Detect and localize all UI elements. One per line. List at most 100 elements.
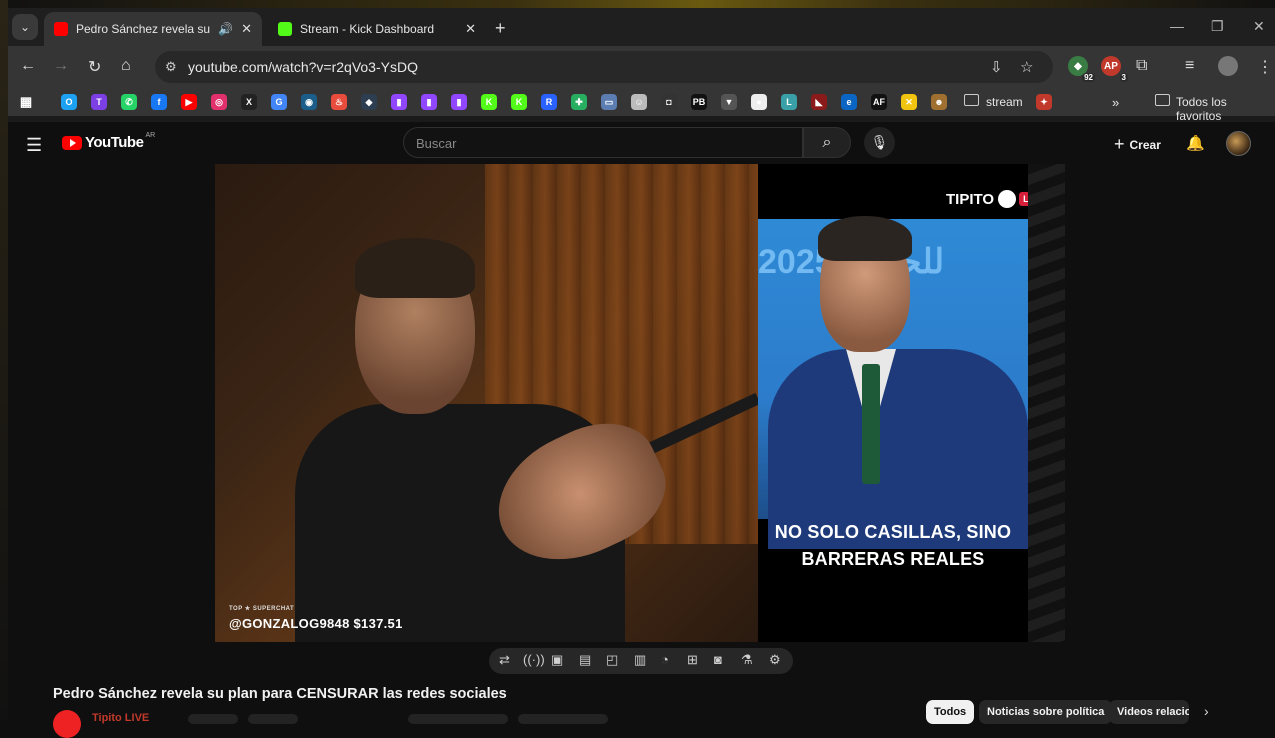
all-bookmarks-link[interactable]: Todos los favoritos bbox=[1176, 95, 1275, 123]
search-icon: ⌕ bbox=[822, 133, 832, 151]
close-tab-icon[interactable]: ✕ bbox=[241, 21, 252, 37]
brand-bubble-icon bbox=[998, 190, 1017, 208]
screen-icon[interactable]: ▣ bbox=[551, 652, 563, 668]
speed-gauge-icon[interactable]: ◔ bbox=[661, 652, 669, 667]
bookmark-devil-icon[interactable]: ◣ bbox=[811, 94, 827, 110]
voice-search-button[interactable]: 🎙 bbox=[864, 127, 895, 158]
speaker-icon[interactable]: 🔊 bbox=[218, 22, 233, 36]
bookmark-eye-icon[interactable]: ◉ bbox=[301, 94, 317, 110]
bookmark-star-icon[interactable]: ☆ bbox=[1020, 58, 1033, 76]
youtube-play-icon bbox=[62, 135, 82, 150]
speaker-tie bbox=[862, 364, 880, 484]
bookmark-face-icon[interactable]: ☺ bbox=[631, 94, 647, 110]
bookmark-edge-icon[interactable]: e bbox=[841, 94, 857, 110]
bookmark-whatsapp-icon[interactable]: ✆ bbox=[121, 94, 137, 110]
bookmark-x-icon[interactable]: X bbox=[241, 94, 257, 110]
bookmarks-overflow-icon[interactable]: » bbox=[1112, 95, 1119, 110]
bookmark-google-icon[interactable]: G bbox=[271, 94, 287, 110]
channel-avatar[interactable] bbox=[53, 710, 81, 738]
tab-title: Pedro Sánchez revela su plan para CENSUR… bbox=[76, 22, 212, 36]
bookmark-record-icon[interactable]: ● bbox=[751, 94, 767, 110]
region-code: AR bbox=[145, 132, 156, 139]
bookmark-avatar-icon[interactable]: ☻ bbox=[931, 94, 947, 110]
profile-avatar-icon[interactable] bbox=[1218, 56, 1238, 76]
hamburger-menu-icon[interactable]: ☰ bbox=[26, 135, 42, 156]
bookmark-kick-icon-1[interactable]: K bbox=[481, 94, 497, 110]
film-icon[interactable]: ▥ bbox=[634, 652, 646, 668]
chip-all[interactable]: Todos bbox=[926, 700, 975, 724]
action-pill[interactable] bbox=[188, 714, 238, 724]
settings-gear-icon[interactable]: ⚙ bbox=[769, 652, 781, 668]
chip-related-videos[interactable]: Videos relacio bbox=[1109, 700, 1189, 724]
bookmark-red-icon[interactable]: ✦ bbox=[1036, 94, 1052, 110]
new-tab-button[interactable]: + bbox=[495, 18, 506, 39]
extension-green-icon[interactable]: ◆ 92 bbox=[1068, 56, 1095, 82]
bookmark-youtube-icon[interactable]: ▶ bbox=[181, 94, 197, 110]
restore-icon[interactable]: ❐ bbox=[1211, 18, 1224, 35]
close-tab-icon[interactable]: ✕ bbox=[465, 21, 476, 37]
youtube-logo[interactable]: YouTube AR bbox=[62, 132, 156, 151]
tab-kick[interactable]: Stream - Kick Dashboard ✕ bbox=[268, 12, 486, 46]
action-pill[interactable] bbox=[518, 714, 608, 724]
search-input[interactable]: Buscar bbox=[403, 127, 803, 158]
close-window-icon[interactable]: ✕ bbox=[1253, 18, 1265, 35]
tab-youtube[interactable]: Pedro Sánchez revela su plan para CENSUR… bbox=[44, 12, 262, 46]
bookmark-pb-icon[interactable]: PB bbox=[691, 94, 707, 110]
forward-icon[interactable]: → bbox=[53, 57, 69, 75]
extension-red-icon[interactable]: AP 3 bbox=[1101, 56, 1128, 82]
bookmark-puzzle-icon[interactable]: ✚ bbox=[571, 94, 587, 110]
minimize-icon[interactable]: — bbox=[1170, 18, 1184, 34]
action-pill[interactable] bbox=[408, 714, 508, 724]
clapper-icon[interactable]: ▤ bbox=[579, 652, 591, 668]
video-side-decoration bbox=[1028, 164, 1065, 642]
media-control-icon[interactable]: ≡ bbox=[1185, 57, 1194, 75]
bookmark-camera-icon[interactable]: ◘ bbox=[661, 94, 677, 110]
bookmark-af-icon[interactable]: AF bbox=[871, 94, 887, 110]
install-app-icon[interactable]: ⇩ bbox=[990, 58, 1003, 76]
create-button[interactable]: + Crear bbox=[1114, 134, 1161, 155]
bookmark-fire-icon[interactable]: ♨ bbox=[331, 94, 347, 110]
chip-politics-news[interactable]: Noticias sobre política bbox=[979, 700, 1113, 724]
bookmark-shield-icon[interactable]: ◆ bbox=[361, 94, 377, 110]
bookmark-card-icon[interactable]: ▭ bbox=[601, 94, 617, 110]
plus-icon: + bbox=[1114, 134, 1125, 154]
youtube-page: ☰ YouTube AR Buscar ⌕ 🎙 + Crear 🔔 TOP ★ … bbox=[8, 122, 1275, 738]
bookmark-kick-icon-2[interactable]: K bbox=[511, 94, 527, 110]
address-bar[interactable]: ⚙ youtube.com/watch?v=r2qVo3-YsDQ ⇩ ☆ bbox=[155, 51, 1053, 83]
bookmark-l-icon[interactable]: L bbox=[781, 94, 797, 110]
extensions-puzzle-icon[interactable]: ⧉ bbox=[1136, 57, 1147, 75]
search-button[interactable]: ⌕ bbox=[803, 127, 851, 158]
crop-icon[interactable]: ◰ bbox=[606, 652, 618, 668]
bookmark-folder-stream[interactable]: stream bbox=[986, 95, 1023, 109]
action-pill[interactable] bbox=[248, 714, 298, 724]
back-icon[interactable]: ← bbox=[20, 57, 36, 75]
add-screen-icon[interactable]: ⊞ bbox=[687, 652, 698, 668]
account-avatar[interactable] bbox=[1226, 131, 1251, 156]
bookmark-t-icon[interactable]: T bbox=[91, 94, 107, 110]
bookmark-facebook-icon[interactable]: f bbox=[151, 94, 167, 110]
site-info-icon[interactable]: ⚙ bbox=[165, 59, 177, 75]
channel-name[interactable]: Tipito LIVE bbox=[92, 712, 149, 724]
chips-next-arrow-icon[interactable]: › bbox=[1204, 703, 1209, 719]
bookmark-instagram-icon[interactable]: ◎ bbox=[211, 94, 227, 110]
bookmark-twitch-icon-3[interactable]: ▮ bbox=[451, 94, 467, 110]
loop-icon[interactable]: ⇄ bbox=[499, 652, 510, 668]
notifications-bell-icon[interactable]: 🔔 bbox=[1186, 134, 1205, 152]
bookmark-twitch-icon-1[interactable]: ▮ bbox=[391, 94, 407, 110]
bookmark-circle-icon[interactable]: O bbox=[61, 94, 77, 110]
home-icon[interactable]: ⌂ bbox=[121, 57, 131, 75]
caption-overlay: NO SOLO CASILLAS, SINO BARRERAS REALES bbox=[758, 519, 1028, 573]
bookmark-r-icon[interactable]: R bbox=[541, 94, 557, 110]
bookmark-twitch-icon-2[interactable]: ▮ bbox=[421, 94, 437, 110]
bookmark-tools-icon[interactable]: ✕ bbox=[901, 94, 917, 110]
bookmark-wolf-icon[interactable]: ▼ bbox=[721, 94, 737, 110]
folder-icon bbox=[964, 94, 979, 106]
menu-kebab-icon[interactable]: ⋮ bbox=[1257, 57, 1273, 77]
screenshot-camera-icon[interactable]: ◙ bbox=[714, 652, 722, 667]
broadcast-icon[interactable]: ((·)) bbox=[523, 652, 545, 667]
tab-search-button[interactable]: ⌄ bbox=[12, 14, 38, 40]
reload-icon[interactable]: ↻ bbox=[88, 57, 101, 77]
apps-grid-icon[interactable]: ▦ bbox=[18, 94, 34, 110]
flask-icon[interactable]: ⚗ bbox=[741, 652, 753, 668]
video-player[interactable]: TOP ★ SUPERCHAT @GONZALOG9848 $137.51 20… bbox=[215, 164, 1065, 642]
